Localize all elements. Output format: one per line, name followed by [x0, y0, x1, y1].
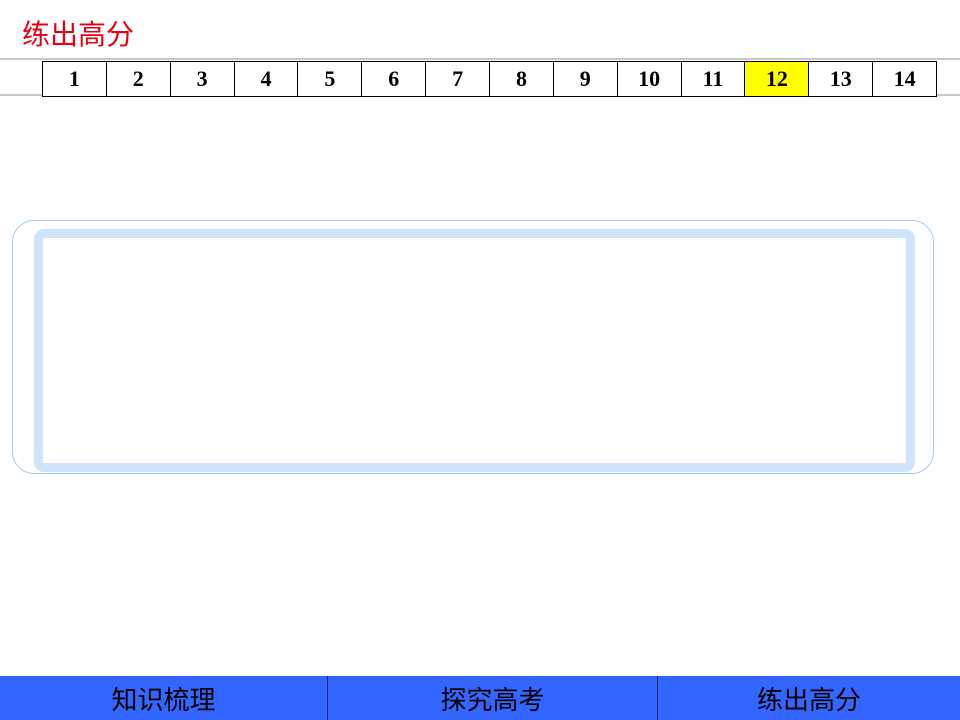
tab-exam-exploration[interactable]: 探究高考 — [327, 676, 657, 720]
question-nav-item-10[interactable]: 10 — [617, 62, 682, 96]
question-nav-item-14[interactable]: 14 — [873, 62, 938, 96]
question-nav-item-11[interactable]: 11 — [681, 62, 746, 96]
question-nav-item-5[interactable]: 5 — [298, 62, 363, 96]
tab-knowledge-review[interactable]: 知识梳理 — [0, 676, 327, 720]
question-nav: 1 2 3 4 5 6 7 8 9 10 11 12 13 14 — [42, 61, 938, 97]
question-nav-item-4[interactable]: 4 — [234, 62, 299, 96]
section-title: 练出高分 — [22, 18, 135, 51]
content-panel — [34, 229, 915, 472]
slide-page: 练出高分 1 2 3 4 5 6 7 8 9 10 11 12 13 14 知识… — [0, 0, 960, 720]
bottom-nav-bar: 知识梳理 探究高考 练出高分 — [0, 676, 960, 720]
question-nav-item-8[interactable]: 8 — [490, 62, 554, 96]
question-nav-item-6[interactable]: 6 — [362, 62, 427, 96]
question-nav-item-12[interactable]: 12 — [745, 62, 810, 96]
tab-practice-high-score[interactable]: 练出高分 — [657, 676, 960, 720]
question-nav-item-1[interactable]: 1 — [43, 62, 107, 96]
question-nav-item-2[interactable]: 2 — [106, 62, 171, 96]
question-nav-item-13[interactable]: 13 — [809, 62, 874, 96]
question-nav-item-3[interactable]: 3 — [170, 62, 235, 96]
question-nav-item-9[interactable]: 9 — [553, 62, 618, 96]
question-nav-item-7[interactable]: 7 — [426, 62, 491, 96]
